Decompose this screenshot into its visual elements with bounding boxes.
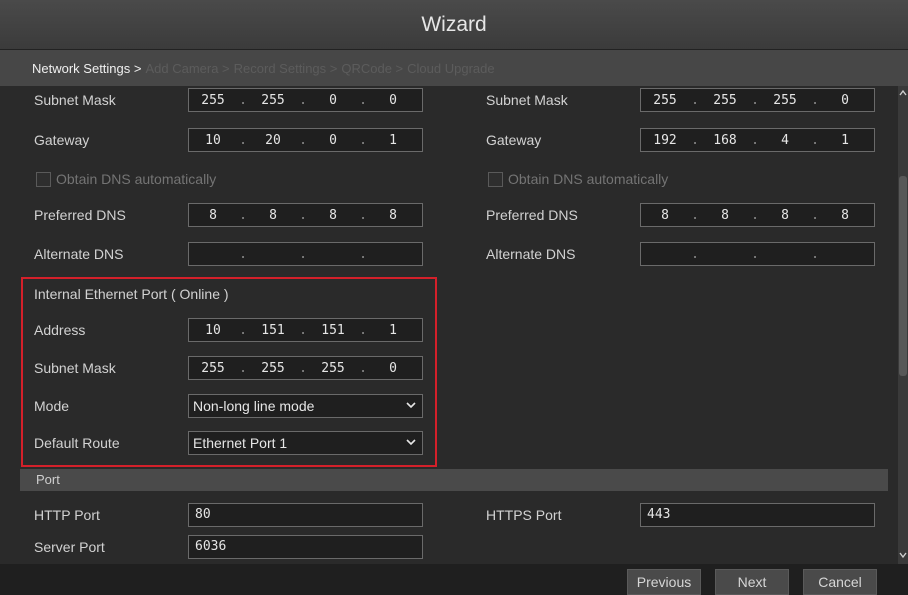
octet: 255 (773, 92, 797, 108)
http-port-label: HTTP Port (34, 507, 100, 523)
right-gateway-input[interactable]: 192. 168. 4. 1 (640, 128, 875, 152)
octet: 8 (661, 207, 669, 223)
server-port-label: Server Port (34, 539, 105, 555)
left-alternate-dns-input[interactable]: . . . (188, 242, 423, 266)
octet-separator: . (751, 132, 759, 148)
scrollbar-thumb[interactable] (899, 176, 907, 376)
vertical-scrollbar[interactable] (898, 86, 908, 564)
left-obtain-dns-checkbox[interactable] (36, 172, 51, 187)
breadcrumb-cloud-upgrade[interactable]: Cloud Upgrade (407, 61, 494, 76)
octet: 192 (653, 132, 677, 148)
octet: 255 (261, 92, 285, 108)
server-port-input[interactable]: 6036 (188, 535, 423, 559)
octet: 255 (201, 92, 225, 108)
right-obtain-dns-checkbox[interactable] (488, 172, 503, 187)
octet-separator: . (239, 246, 247, 262)
octet: 20 (265, 132, 281, 148)
octet: 8 (841, 207, 849, 223)
left-subnet-mask-label: Subnet Mask (34, 92, 116, 108)
octet-separator: . (811, 207, 819, 223)
right-subnet-mask-input[interactable]: 255. 255. 255. 0 (640, 88, 875, 112)
octet-separator: . (691, 207, 699, 223)
octet: 8 (329, 207, 337, 223)
left-gateway-input[interactable]: 10. 20. 0. 1 (188, 128, 423, 152)
octet-separator: . (299, 246, 307, 262)
highlight-frame (21, 277, 437, 467)
octet: 255 (713, 92, 737, 108)
title-bar: Wizard (0, 0, 908, 50)
octet: 8 (721, 207, 729, 223)
network-settings-panel: Subnet Mask 255. 255. 0. 0 Gateway 10. 2… (0, 86, 898, 564)
previous-button[interactable]: Previous (627, 569, 701, 595)
right-alternate-dns-input[interactable]: . . . (640, 242, 875, 266)
octet-separator: . (751, 246, 759, 262)
arrow-down-icon[interactable] (898, 550, 908, 560)
octet-separator: . (239, 92, 247, 108)
octet: 10 (205, 132, 221, 148)
octet: 8 (269, 207, 277, 223)
octet-separator: . (691, 132, 699, 148)
left-alternate-dns-label: Alternate DNS (34, 246, 124, 262)
octet: 8 (389, 207, 397, 223)
octet: 255 (653, 92, 677, 108)
right-preferred-dns-input[interactable]: 8. 8. 8. 8 (640, 203, 875, 227)
octet-separator: . (691, 246, 699, 262)
breadcrumb: Network Settings > Add Camera > Record S… (0, 50, 908, 86)
octet: 0 (329, 132, 337, 148)
octet: 0 (841, 92, 849, 108)
cancel-button[interactable]: Cancel (803, 569, 877, 595)
octet-separator: . (751, 207, 759, 223)
octet-separator: . (239, 207, 247, 223)
octet: 168 (713, 132, 737, 148)
right-alternate-dns-label: Alternate DNS (486, 246, 576, 262)
window-title: Wizard (421, 13, 487, 36)
left-gateway-label: Gateway (34, 132, 90, 148)
right-preferred-dns-label: Preferred DNS (486, 207, 578, 223)
next-button[interactable]: Next (715, 569, 789, 595)
octet: 0 (329, 92, 337, 108)
octet-separator: . (811, 246, 819, 262)
https-port-label: HTTPS Port (486, 507, 562, 523)
octet-separator: . (811, 92, 819, 108)
https-port-input[interactable]: 443 (640, 503, 875, 527)
octet-separator: . (299, 92, 307, 108)
octet-separator: . (359, 246, 367, 262)
octet-separator: . (751, 92, 759, 108)
right-subnet-mask-label: Subnet Mask (486, 92, 568, 108)
port-section-header: Port (20, 469, 888, 491)
right-obtain-dns-label: Obtain DNS automatically (508, 171, 669, 187)
octet-separator: . (299, 207, 307, 223)
octet-separator: . (359, 207, 367, 223)
breadcrumb-network-settings[interactable]: Network Settings > (32, 61, 141, 76)
breadcrumb-add-camera[interactable]: Add Camera > (145, 61, 229, 76)
octet: 1 (841, 132, 849, 148)
http-port-input[interactable]: 80 (188, 503, 423, 527)
octet: 4 (781, 132, 789, 148)
octet: 8 (209, 207, 217, 223)
breadcrumb-record-settings[interactable]: Record Settings > (234, 61, 338, 76)
right-gateway-label: Gateway (486, 132, 542, 148)
octet-separator: . (239, 132, 247, 148)
octet-separator: . (359, 132, 367, 148)
octet: 0 (389, 92, 397, 108)
octet: 8 (781, 207, 789, 223)
octet-separator: . (691, 92, 699, 108)
octet-separator: . (811, 132, 819, 148)
octet-separator: . (299, 132, 307, 148)
octet-separator: . (359, 92, 367, 108)
octet: 1 (389, 132, 397, 148)
left-preferred-dns-input[interactable]: 8. 8. 8. 8 (188, 203, 423, 227)
left-obtain-dns-label: Obtain DNS automatically (56, 171, 217, 187)
breadcrumb-qrcode[interactable]: QRCode > (341, 61, 403, 76)
arrow-up-icon[interactable] (898, 88, 908, 98)
left-subnet-mask-input[interactable]: 255. 255. 0. 0 (188, 88, 423, 112)
left-preferred-dns-label: Preferred DNS (34, 207, 126, 223)
